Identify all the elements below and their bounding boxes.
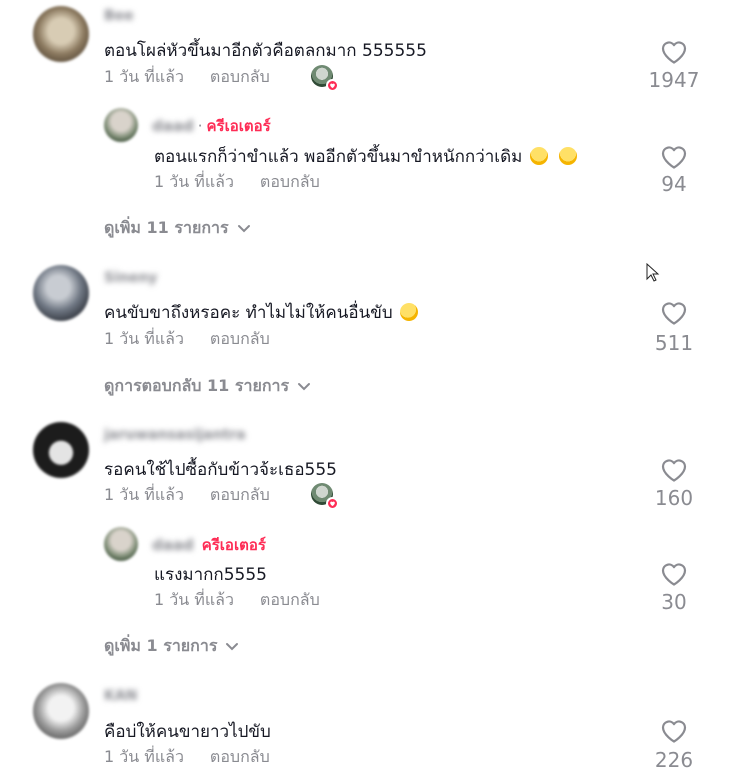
creator-badge: ครีเอเตอร์	[201, 536, 266, 554]
chevron-down-icon	[237, 224, 250, 232]
comment-time: 1 วัน ที่แล้ว	[104, 329, 184, 348]
tears-of-joy-emoji-icon	[559, 147, 578, 165]
comment-time: 1 วัน ที่แล้ว	[104, 485, 184, 504]
comment-text: ตอนโผล่หัวขึ้นมาอีกตัวคือตลกมาก 555555	[104, 41, 427, 61]
comment-username[interactable]: jaruwansasijantra	[104, 427, 246, 443]
reply-user-line: daad · ครีเอเตอร์	[152, 114, 271, 138]
reply-button[interactable]: ตอบกลับ	[210, 65, 270, 90]
creator-liked-badge	[311, 65, 339, 92]
heart-icon[interactable]	[660, 39, 688, 65]
reply-meta: 1 วัน ที่แล้ว ตอบกลับ	[154, 588, 320, 613]
reply-text: แรงมากก5555	[154, 565, 267, 585]
view-replies[interactable]: ดูการตอบกลับ 11 รายการ	[104, 374, 311, 399]
like-count: 94	[661, 172, 687, 196]
reply-button[interactable]: ตอบกลับ	[260, 170, 320, 195]
reply-user-line: daad ครีเอเตอร์	[152, 533, 266, 557]
heart-icon[interactable]	[660, 300, 688, 326]
comment-username[interactable]: KAN	[104, 688, 137, 704]
reply-time: 1 วัน ที่แล้ว	[154, 590, 234, 609]
comment-meta: 1 วัน ที่แล้ว ตอบกลับ	[104, 65, 270, 90]
reply-button[interactable]: ตอบกลับ	[210, 483, 270, 508]
comment-time: 1 วัน ที่แล้ว	[104, 67, 184, 86]
heart-icon[interactable]	[660, 457, 688, 483]
avatar[interactable]	[33, 265, 89, 321]
tears-of-joy-emoji-icon	[529, 147, 548, 165]
reply-time: 1 วัน ที่แล้ว	[154, 172, 234, 191]
comment-meta: 1 วัน ที่แล้ว ตอบกลับ	[104, 483, 270, 508]
reply-username[interactable]: daad	[152, 536, 194, 554]
comment-meta: 1 วัน ที่แล้ว ตอบกลับ	[104, 327, 270, 352]
comment-text: คนขับขาถึงหรอคะ ทำไมไม่ให้คนอื่นขับ	[104, 299, 422, 326]
separator-dot: ·	[197, 117, 203, 135]
heart-icon[interactable]	[660, 561, 688, 587]
comment-text: รอคนใช้ไปซื้อกับข้าวจ้ะเธอ555	[104, 460, 337, 480]
view-more-label: ดูเพิ่ม 1 รายการ	[104, 636, 218, 655]
rolling-laughing-emoji-icon	[397, 300, 422, 324]
avatar[interactable]	[33, 422, 89, 478]
chevron-down-icon	[298, 382, 311, 390]
comment-username[interactable]: Sineny	[104, 270, 157, 286]
comment-meta: 1 วัน ที่แล้ว ตอบกลับ	[104, 745, 270, 770]
creator-badge: ครีเอเตอร์	[206, 117, 271, 135]
heart-icon[interactable]	[660, 144, 688, 170]
creator-liked-badge	[311, 483, 339, 510]
reply-button[interactable]: ตอบกลับ	[210, 327, 270, 352]
heart-icon[interactable]	[660, 718, 688, 744]
avatar[interactable]	[33, 683, 89, 739]
avatar[interactable]	[104, 108, 138, 142]
like-count: 160	[654, 486, 694, 510]
reply-username[interactable]: daad	[152, 117, 194, 135]
chevron-down-icon	[226, 642, 239, 650]
comment-time: 1 วัน ที่แล้ว	[104, 747, 184, 766]
like-count: 511	[654, 331, 694, 355]
like-count: 1947	[648, 68, 700, 92]
view-more-replies[interactable]: ดูเพิ่ม 1 รายการ	[104, 634, 239, 659]
view-more-label: ดูเพิ่ม 11 รายการ	[104, 218, 229, 237]
mouse-cursor-icon	[646, 263, 660, 282]
view-replies-label: ดูการตอบกลับ 11 รายการ	[104, 376, 290, 395]
comment-text: คือบ่ให้คนขายาวไปขับ	[104, 722, 271, 742]
reply-button[interactable]: ตอบกลับ	[260, 588, 320, 613]
comment-username[interactable]: Bee	[104, 8, 134, 24]
reply-meta: 1 วัน ที่แล้ว ตอบกลับ	[154, 170, 320, 195]
avatar[interactable]	[104, 527, 138, 561]
like-count: 30	[661, 590, 687, 614]
view-more-replies[interactable]: ดูเพิ่ม 11 รายการ	[104, 216, 251, 241]
reply-text: ตอนแรกก็ว่าขำแล้ว พออีกตัวขึ้นมาขำหนักกว…	[154, 143, 578, 170]
avatar[interactable]	[33, 6, 89, 62]
like-count: 226	[654, 748, 694, 772]
reply-button[interactable]: ตอบกลับ	[210, 745, 270, 770]
